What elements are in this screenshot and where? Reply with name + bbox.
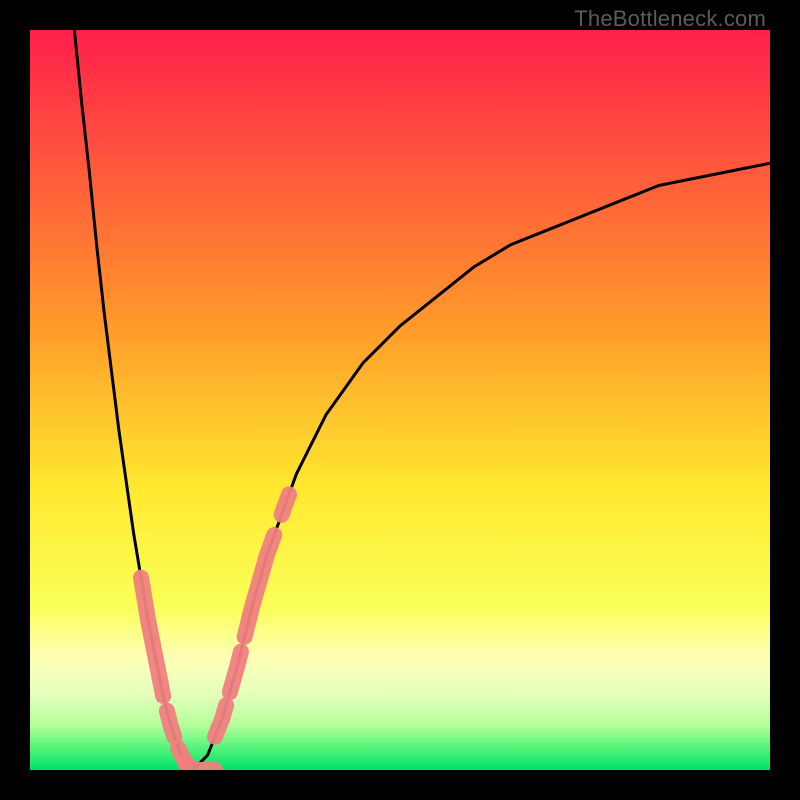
bottleneck-curve <box>30 30 770 770</box>
curve-left-branch <box>74 30 192 770</box>
highlight-segment-3 <box>185 763 215 770</box>
highlight-segment-1 <box>167 711 174 737</box>
curve-right-branch <box>193 163 770 770</box>
watermark-text: TheBottleneck.com <box>574 6 766 32</box>
highlight-segment-4 <box>215 705 226 736</box>
highlight-segment-5 <box>230 652 241 693</box>
plot-area <box>30 30 770 770</box>
highlight-segment-6 <box>245 535 275 637</box>
highlight-segment-7 <box>282 494 289 514</box>
chart-frame: TheBottleneck.com <box>0 0 800 800</box>
highlight-segment-0 <box>141 578 163 696</box>
